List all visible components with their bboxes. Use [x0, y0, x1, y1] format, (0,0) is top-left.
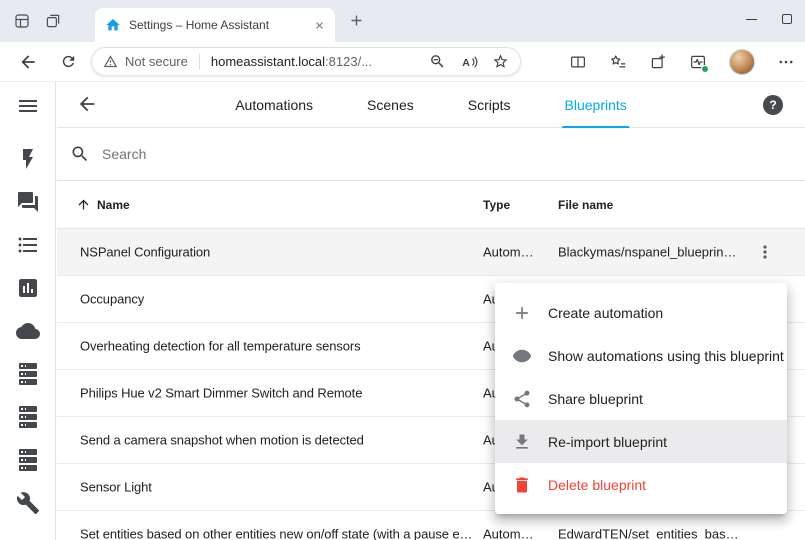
server-icon[interactable]: [16, 448, 40, 472]
collections-icon[interactable]: [649, 53, 667, 71]
trash-icon: [512, 475, 532, 495]
energy-flash-icon[interactable]: [16, 147, 40, 171]
menu-item-reimport-blueprint[interactable]: Re-import blueprint: [495, 420, 787, 463]
ha-back-icon[interactable]: [76, 93, 98, 115]
more-menu-icon[interactable]: [777, 53, 795, 71]
tab-scripts[interactable]: Scripts: [466, 82, 513, 128]
browser-essentials-icon[interactable]: [689, 53, 707, 71]
menu-item-label: Delete blueprint: [548, 477, 646, 493]
home-assistant-app: Automations Scenes Scripts Blueprints ? …: [0, 82, 805, 540]
column-header-type[interactable]: Type: [483, 198, 510, 212]
menu-item-label: Share blueprint: [548, 391, 643, 407]
row-type: Autom…: [483, 527, 534, 540]
server-icon[interactable]: [16, 362, 40, 386]
split-screen-icon[interactable]: [569, 53, 587, 71]
row-overflow-menu-icon[interactable]: [755, 242, 775, 262]
tab-blueprints[interactable]: Blueprints: [563, 82, 629, 128]
row-name: NSPanel Configuration: [80, 245, 210, 260]
window-controls: [733, 0, 805, 42]
workspaces-icon[interactable]: [13, 12, 31, 30]
menu-icon[interactable]: [16, 94, 40, 118]
tab-scenes[interactable]: Scenes: [365, 82, 416, 128]
url-host: homeassistant.local: [211, 54, 325, 69]
row-name: Overheating detection for all temperatur…: [80, 339, 361, 354]
menu-item-delete-blueprint[interactable]: Delete blueprint: [495, 463, 787, 506]
favorite-star-icon[interactable]: [492, 53, 509, 70]
menu-item-label: Create automation: [548, 305, 663, 321]
favorites-hub-icon[interactable]: [609, 53, 627, 71]
security-label[interactable]: Not secure: [125, 54, 188, 69]
row-type: Autom…: [483, 245, 534, 260]
table-row[interactable]: NSPanel Configuration Autom… Blackymas/n…: [57, 229, 805, 276]
cloud-icon[interactable]: [16, 319, 40, 343]
ha-main: Automations Scenes Scripts Blueprints ? …: [57, 82, 805, 540]
row-name: Send a camera snapshot when motion is de…: [80, 433, 364, 448]
row-name: Set entities based on other entities new…: [80, 527, 478, 540]
refresh-icon[interactable]: [60, 53, 77, 70]
svg-text:A: A: [462, 56, 470, 68]
row-name: Sensor Light: [80, 480, 152, 495]
new-tab-button[interactable]: [348, 12, 365, 29]
minimize-button[interactable]: [733, 0, 769, 38]
help-icon[interactable]: ?: [763, 95, 783, 115]
tab-actions-icon[interactable]: [44, 12, 62, 30]
screen: Settings – Home Assistant No: [0, 0, 805, 540]
search-input[interactable]: [102, 146, 805, 162]
zoom-icon[interactable]: [429, 53, 446, 70]
table-header: Name Type File name: [57, 181, 805, 229]
row-name: Occupancy: [80, 292, 144, 307]
download-icon: [512, 432, 532, 452]
tab-automations[interactable]: Automations: [233, 82, 315, 128]
server-icon[interactable]: [16, 405, 40, 429]
column-header-name[interactable]: Name: [97, 198, 130, 212]
tab-close-icon[interactable]: [314, 20, 325, 31]
share-icon: [512, 389, 532, 409]
url-text[interactable]: homeassistant.local:8123/...: [211, 54, 372, 69]
tab-title: Settings – Home Assistant: [129, 18, 306, 32]
search-bar: [57, 128, 805, 181]
url-path: :8123/...: [325, 54, 372, 69]
menu-item-label: Re-import blueprint: [548, 434, 667, 450]
menu-item-share-blueprint[interactable]: Share blueprint: [495, 377, 787, 420]
profile-avatar[interactable]: [729, 49, 755, 75]
row-context-menu: Create automation Show automations using…: [495, 283, 787, 514]
ha-nav-tabs: Automations Scenes Scripts Blueprints: [233, 82, 629, 128]
assist-forum-icon[interactable]: [16, 190, 40, 214]
warning-triangle-icon: [103, 54, 118, 69]
menu-item-show-automations[interactable]: Show automations using this blueprint: [495, 334, 787, 377]
menu-item-label: Show automations using this blueprint: [548, 348, 784, 364]
search-icon: [70, 144, 90, 164]
url-separator: [199, 54, 200, 70]
maximize-button[interactable]: [769, 0, 805, 38]
row-name: Philips Hue v2 Smart Dimmer Switch and R…: [80, 386, 362, 401]
read-aloud-icon[interactable]: A: [460, 53, 478, 71]
browser-tab-strip: Settings – Home Assistant: [0, 0, 805, 42]
row-file: Blackymas/nspanel_blueprin…: [558, 245, 736, 260]
back-icon[interactable]: [18, 52, 38, 72]
row-file: EdwardTEN/set_entities_bas…: [558, 527, 739, 540]
tools-wrench-icon[interactable]: [16, 491, 40, 515]
table-row[interactable]: Set entities based on other entities new…: [57, 511, 805, 540]
history-chart-icon[interactable]: [16, 276, 40, 300]
ha-header: Automations Scenes Scripts Blueprints ?: [57, 82, 805, 128]
sort-arrow-up-icon[interactable]: [76, 197, 91, 212]
plus-icon: [512, 303, 532, 323]
browser-toolbar: Not secure homeassistant.local:8123/... …: [0, 42, 805, 82]
browser-tab[interactable]: Settings – Home Assistant: [95, 8, 335, 42]
menu-item-create-automation[interactable]: Create automation: [495, 291, 787, 334]
logbook-list-icon[interactable]: [16, 233, 40, 257]
eye-icon: [512, 346, 532, 366]
home-assistant-logo-icon: [105, 17, 121, 33]
ha-sidebar: [0, 82, 56, 540]
essentials-status-dot: [701, 65, 709, 73]
column-header-file[interactable]: File name: [558, 198, 613, 212]
address-bar[interactable]: Not secure homeassistant.local:8123/... …: [91, 47, 521, 76]
